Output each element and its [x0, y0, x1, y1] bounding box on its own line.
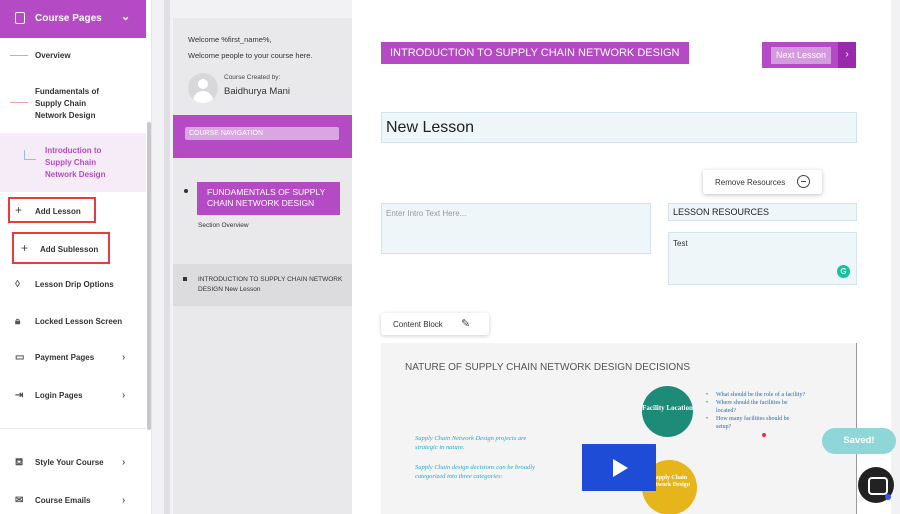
page-scrollbar[interactable] [164, 0, 170, 514]
plus-icon: + [21, 241, 29, 255]
tag-icon: ▭ [15, 352, 25, 363]
sidebar: Course Pages ⌄ Overview Fundamentals of … [0, 0, 152, 514]
grammarly-icon[interactable]: G [837, 265, 850, 278]
saved-status-badge: Saved! [822, 428, 896, 454]
avatar [188, 73, 218, 103]
welcome-line-1: Welcome %first_name%, [188, 35, 272, 44]
course-navigation-band: COURSE NAVIGATION [173, 115, 352, 158]
cursor-dot [762, 433, 766, 437]
tree-dash [10, 55, 28, 56]
sidebar-item-overview[interactable]: Overview [0, 50, 146, 62]
content-block-button[interactable]: Content Block ✎ [381, 313, 489, 335]
edit-icon: ✎ [461, 318, 471, 330]
sidebar-item-fundamentals[interactable]: Fundamentals of Supply Chain Network Des… [0, 86, 146, 122]
chevron-right-icon: › [122, 352, 126, 363]
nav-sublesson-item[interactable]: INTRODUCTION TO SUPPLY CHAIN NETWORK DES… [173, 264, 352, 306]
lesson-resources-input[interactable]: Test [668, 232, 857, 285]
slide-text-2: Supply Chain design decisions can be bro… [415, 464, 535, 480]
lesson-title-badge: INTRODUCTION TO SUPPLY CHAIN NETWORK DES… [381, 42, 689, 64]
add-lesson-button[interactable]: + Add Lesson [8, 197, 96, 223]
sidebar-item-label: Introduction to Supply Chain Network Des… [45, 146, 106, 179]
next-lesson-button[interactable]: Next Lesson › [762, 42, 856, 68]
menu-label: Locked Lesson Screen [35, 317, 123, 326]
mail-icon: ✉ [15, 495, 24, 506]
sidebar-scrollbar[interactable] [147, 122, 151, 430]
lesson-editor: INTRODUCTION TO SUPPLY CHAIN NETWORK DES… [352, 0, 891, 514]
add-sublesson-label: Add Sublesson [40, 245, 99, 254]
slide-title: NATURE OF SUPPLY CHAIN NETWORK DESIGN DE… [405, 362, 691, 373]
slide-text-1: Supply Chain Network Design projects are… [415, 435, 527, 451]
app-root: Course Pages ⌄ Overview Fundamentals of … [0, 0, 900, 514]
paint-icon: ⛾ [15, 457, 24, 468]
square-bullet-icon [183, 277, 187, 281]
sidebar-item-label: Overview [35, 51, 71, 60]
chevron-right-icon: › [838, 42, 856, 68]
chevron-right-icon: › [122, 495, 126, 506]
slide-bullet: What should be the role of a facility? [706, 391, 806, 399]
author-name: Baidhurya Mani [224, 86, 291, 97]
content-block-label: Content Block [393, 320, 443, 329]
chevron-right-icon: › [122, 390, 126, 401]
lock-icon: 🔒︎ [15, 316, 21, 327]
facility-location-circle: Facility Location [642, 386, 693, 437]
slide-bullets: What should be the role of a facility? W… [706, 391, 806, 431]
remove-resources-button[interactable]: Remove Resources [703, 170, 822, 194]
sidebar-item-introduction[interactable]: Introduction to Supply Chain Network Des… [0, 133, 146, 192]
login-icon: ⇥ [15, 390, 24, 401]
welcome-line-2: Welcome people to your course here. [188, 51, 313, 60]
created-by-label: Course Created by: [224, 74, 281, 81]
nav-sublesson-label: INTRODUCTION TO SUPPLY CHAIN NETWORK DES… [198, 276, 343, 293]
add-sublesson-button[interactable]: + Add Sublesson [12, 232, 110, 264]
tree-connector [24, 150, 36, 160]
minus-circle-icon [797, 175, 810, 188]
content-slide: NATURE OF SUPPLY CHAIN NETWORK DESIGN DE… [381, 343, 857, 514]
sidebar-item-label: Fundamentals of Supply Chain Network Des… [35, 87, 100, 120]
add-lesson-label: Add Lesson [35, 207, 81, 216]
sidebar-divider [0, 428, 146, 429]
nav-lesson-item[interactable]: FUNDAMENTALS OF SUPPLY CHAIN NETWORK DES… [197, 182, 340, 215]
menu-label: Payment Pages [35, 353, 95, 362]
chevron-down-icon: ⌄ [121, 11, 131, 23]
lesson-resources-title-input[interactable]: LESSON RESOURCES [668, 203, 857, 221]
lesson-name-input[interactable]: New Lesson [381, 112, 857, 143]
menu-label: Login Pages [35, 391, 83, 400]
menu-label: Lesson Drip Options [35, 280, 114, 289]
remove-resources-label: Remove Resources [715, 178, 786, 187]
slide-bullet: Where should the facilities be located? [706, 399, 806, 415]
tree-dash [10, 102, 28, 103]
chevron-right-icon: › [122, 457, 126, 468]
course-navigation-label: COURSE NAVIGATION [185, 127, 339, 140]
slide-bullet: How many facilities should be setup? [706, 415, 806, 431]
intro-text-input[interactable]: Enter Intro Text Here... [381, 203, 651, 254]
course-pages-header[interactable]: Course Pages ⌄ [0, 0, 146, 38]
play-video-button[interactable] [582, 444, 656, 491]
page-icon [15, 12, 25, 24]
course-nav-preview: Welcome %first_name%, Welcome people to … [173, 18, 352, 514]
plus-icon: + [15, 203, 23, 217]
section-overview-link[interactable]: Section Overview [198, 222, 249, 229]
course-pages-label: Course Pages [35, 13, 102, 24]
drop-icon: ◊ [15, 279, 20, 290]
next-lesson-label: Next Lesson [771, 47, 831, 64]
chat-notification-dot [885, 494, 891, 500]
menu-label: Style Your Course [35, 458, 104, 467]
bullet-icon [184, 189, 188, 193]
menu-label: Course Emails [35, 496, 91, 505]
